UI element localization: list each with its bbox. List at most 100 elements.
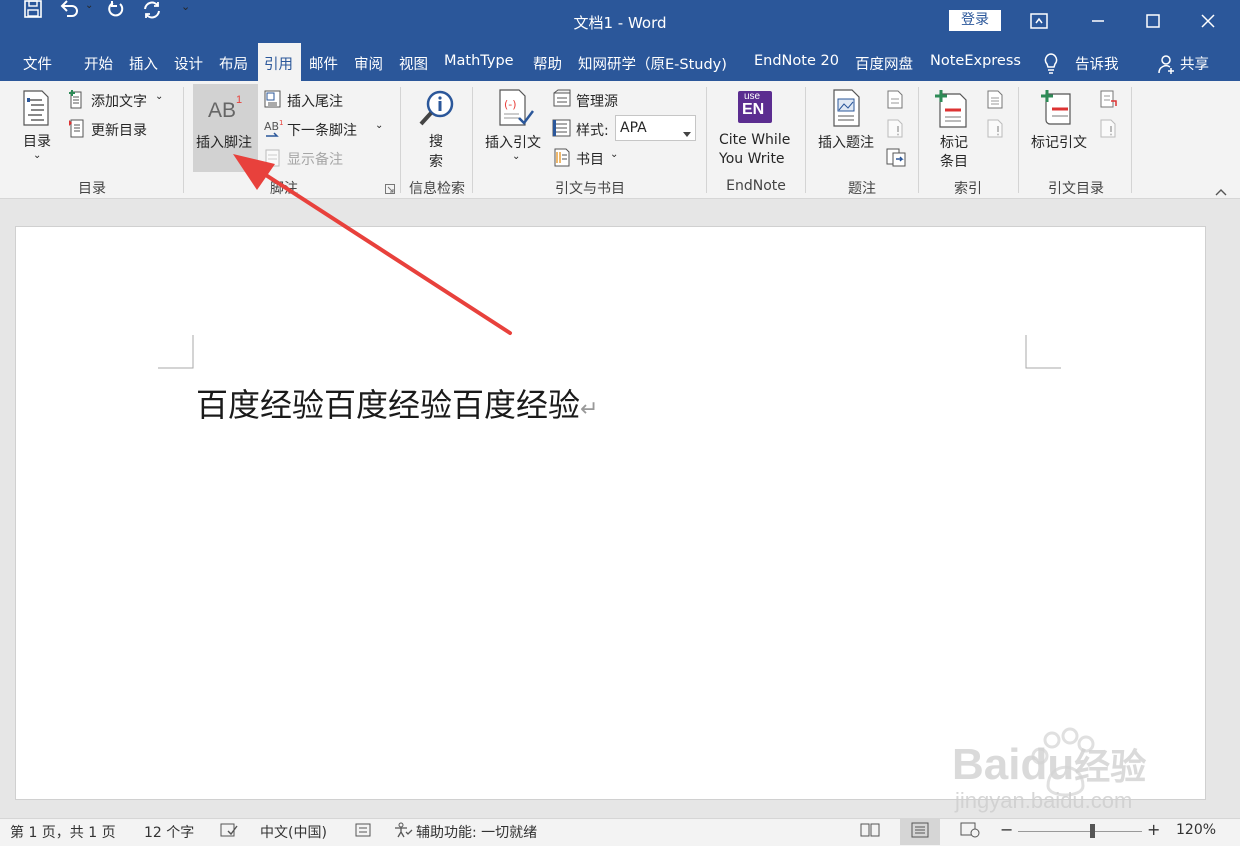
tab-baidu-netdisk[interactable]: 百度网盘 [855, 53, 913, 74]
group-separator [805, 87, 806, 193]
zoom-slider-track[interactable] [1018, 831, 1142, 832]
tab-file[interactable]: 文件 [23, 53, 52, 74]
svg-text:AB: AB [264, 120, 279, 133]
toc-button[interactable]: 目录 [23, 131, 51, 151]
style-dropdown-icon[interactable] [683, 125, 691, 141]
accessibility-status[interactable]: 辅助功能: 一切就绪 [416, 822, 537, 842]
next-footnote-button[interactable]: 下一条脚注 [287, 120, 357, 140]
margin-crop-mark-left [158, 335, 194, 373]
group-separator [918, 87, 919, 193]
close-icon[interactable] [1193, 8, 1223, 34]
page-count[interactable]: 第 1 页，共 1 页 [10, 822, 116, 842]
language-indicator[interactable]: 中文(中国) [260, 822, 327, 842]
paragraph-mark: ↵ [580, 397, 599, 422]
toa-group-label: 引文目录 [1048, 181, 1104, 197]
document-text[interactable]: 百度经验百度经验百度经验↵ [196, 380, 598, 426]
manage-sources-icon[interactable] [552, 89, 572, 113]
web-layout-icon[interactable] [960, 822, 980, 842]
share-person-icon[interactable] [1158, 54, 1176, 78]
proofing-icon[interactable] [220, 822, 238, 842]
group-separator [183, 87, 184, 193]
tab-mathtype[interactable]: MathType [444, 53, 514, 69]
citation-style-value: APA [620, 120, 647, 136]
minimize-icon[interactable] [1083, 8, 1113, 34]
insert-index-icon[interactable] [986, 89, 1004, 113]
insert-table-of-figures-icon[interactable] [886, 89, 904, 113]
macro-icon[interactable] [355, 823, 371, 841]
document-title: 文档1 - Word [573, 14, 667, 32]
watermark-url: jingyan.baidu.com [955, 788, 1133, 813]
word-count[interactable]: 12 个字 [144, 822, 194, 842]
tab-noteexpress[interactable]: NoteExpress [930, 53, 1021, 69]
group-separator [1018, 87, 1019, 193]
update-toc-button[interactable]: 更新目录 [91, 120, 147, 140]
add-text-dropdown-icon[interactable]: ⌄ [155, 91, 163, 102]
tab-endnote[interactable]: EndNote 20 [754, 53, 839, 69]
tab-layout[interactable]: 布局 [219, 53, 248, 74]
tab-mailings[interactable]: 邮件 [309, 53, 338, 74]
tab-view[interactable]: 视图 [399, 53, 428, 74]
mark-entry-line2[interactable]: 条目 [940, 151, 968, 171]
insert-endnote-icon[interactable] [263, 89, 283, 113]
add-text-icon[interactable] [68, 89, 86, 113]
mark-entry-line1[interactable]: 标记 [940, 132, 968, 152]
mark-citation-icon[interactable] [1040, 88, 1078, 132]
update-table-icon [886, 118, 904, 142]
tab-review[interactable]: 审阅 [354, 53, 383, 74]
collapse-ribbon-icon[interactable] [1215, 184, 1227, 200]
tell-me-search[interactable]: 告诉我 [1075, 53, 1119, 74]
mark-citation-button[interactable]: 标记引文 [1031, 132, 1087, 152]
manage-sources-button[interactable]: 管理源 [576, 91, 618, 111]
margin-crop-mark-right [1025, 335, 1061, 373]
zoom-out-icon[interactable]: − [1000, 820, 1013, 839]
toc-icon[interactable] [22, 90, 50, 130]
document-paragraph[interactable]: 百度经验百度经验百度经验 [196, 386, 580, 424]
bibliography-icon[interactable] [552, 147, 572, 171]
insert-caption-button[interactable]: 插入题注 [818, 132, 874, 152]
maximize-icon[interactable] [1138, 8, 1168, 34]
mark-entry-icon[interactable] [934, 88, 970, 132]
annotation-arrow [233, 154, 512, 335]
search-magnifier-icon[interactable] [418, 89, 456, 131]
search-button-line1[interactable]: 搜 [429, 131, 443, 151]
insert-endnote-button[interactable]: 插入尾注 [287, 91, 343, 111]
tab-cnki-estudy[interactable]: 知网研学（原E-Study) [578, 53, 727, 74]
toc-dropdown-icon[interactable]: ⌄ [33, 150, 41, 161]
read-mode-icon[interactable] [860, 822, 880, 842]
cite-while-you-write-line2[interactable]: You Write [719, 151, 785, 167]
bibliography-dropdown-icon[interactable]: ⌄ [610, 149, 618, 160]
next-footnote-dropdown-icon[interactable]: ⌄ [375, 120, 383, 131]
accessibility-icon[interactable] [393, 822, 413, 842]
zoom-slider-thumb[interactable] [1090, 824, 1096, 838]
add-text-button[interactable]: 添加文字 [91, 91, 147, 111]
tab-help[interactable]: 帮助 [533, 53, 562, 74]
insert-caption-icon[interactable] [832, 89, 862, 131]
login-button[interactable]: 登录 [949, 10, 1001, 31]
print-layout-icon [911, 822, 929, 842]
citations-group-label: 引文与书目 [555, 181, 625, 197]
insert-table-of-authorities-icon[interactable] [1099, 89, 1119, 113]
bibliography-button[interactable]: 书目 [576, 149, 604, 169]
zoom-level[interactable]: 120% [1176, 822, 1216, 838]
tab-insert[interactable]: 插入 [129, 53, 158, 74]
group-separator [706, 87, 707, 193]
insert-citation-icon[interactable]: (-) [497, 89, 535, 131]
cite-while-you-write-line1[interactable]: Cite While [719, 132, 790, 148]
share-button[interactable]: 共享 [1180, 53, 1209, 74]
update-index-icon [986, 118, 1004, 142]
footnote-ab-icon: AB [208, 99, 237, 122]
document-page[interactable] [15, 226, 1206, 800]
undo-dropdown-icon[interactable]: ⌄ [85, 0, 99, 11]
update-toc-icon[interactable] [68, 118, 86, 142]
next-footnote-icon[interactable]: AB 1 [263, 118, 285, 142]
tab-home[interactable]: 开始 [84, 53, 113, 74]
cross-reference-icon[interactable] [886, 147, 906, 171]
tab-design[interactable]: 设计 [174, 53, 203, 74]
captions-group-label: 题注 [848, 181, 876, 197]
endnote-logo-bottom: EN [742, 101, 765, 118]
ribbon-display-options-icon[interactable] [1024, 8, 1054, 34]
insert-citation-button[interactable]: 插入引文 [485, 132, 541, 152]
svg-text:(-): (-) [504, 98, 517, 111]
zoom-in-icon[interactable]: + [1147, 820, 1160, 839]
tab-references[interactable]: 引用 [264, 53, 293, 74]
